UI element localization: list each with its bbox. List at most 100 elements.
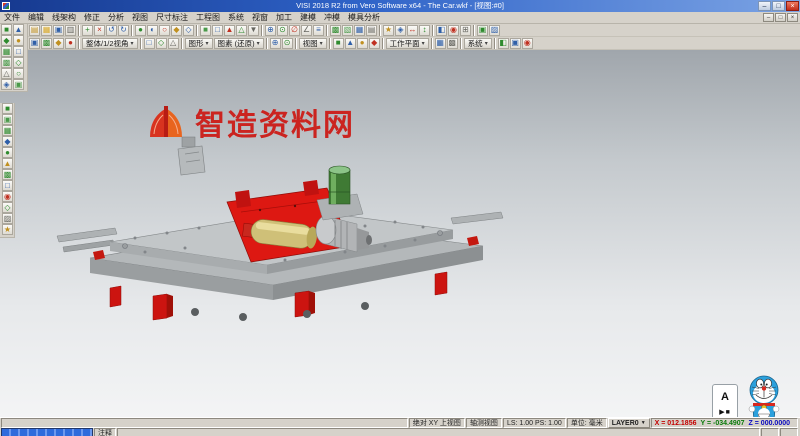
menu-item[interactable]: 尺寸标注 bbox=[152, 13, 192, 22]
cad-model[interactable] bbox=[55, 130, 505, 350]
toolbar-icon[interactable]: ◉ bbox=[2, 191, 13, 202]
toolbar-icon[interactable]: ▩ bbox=[41, 38, 52, 49]
toolbar-group-button[interactable]: 工作平面▾ bbox=[386, 38, 429, 49]
toolbar-icon[interactable]: ■ bbox=[2, 103, 13, 114]
toolbar-icon[interactable]: ▨ bbox=[2, 213, 13, 224]
mdi-close-button[interactable]: × bbox=[787, 13, 798, 22]
toolbar-icon[interactable]: ⊙ bbox=[282, 38, 293, 49]
toolbar-icon[interactable]: ● bbox=[65, 38, 76, 49]
menu-item[interactable]: 修正 bbox=[80, 13, 104, 22]
menu-item[interactable]: 文件 bbox=[0, 13, 24, 22]
menu-item[interactable]: 工程图 bbox=[192, 13, 224, 22]
toolbar-icon[interactable]: ◉ bbox=[448, 25, 459, 36]
toolbar-icon[interactable]: ▥ bbox=[65, 25, 76, 36]
toolbar-icon[interactable]: ■ bbox=[200, 25, 211, 36]
toolbar-icon[interactable]: ▧ bbox=[342, 25, 353, 36]
toolbar-icon[interactable]: ■ bbox=[333, 38, 344, 49]
toolbar-group-button[interactable]: 视图▾ bbox=[299, 38, 327, 49]
toolbar-icon[interactable]: ▣ bbox=[477, 25, 488, 36]
toolbar-icon[interactable]: ▦ bbox=[1, 46, 12, 57]
menu-item[interactable]: 加工 bbox=[272, 13, 296, 22]
toolbar-icon[interactable]: ◉ bbox=[522, 38, 533, 49]
toolbar-icon[interactable]: ▲ bbox=[2, 158, 13, 169]
toolbar-icon[interactable]: ◆ bbox=[1, 35, 12, 46]
status-view-name[interactable]: 轴测视图 bbox=[466, 418, 502, 428]
mdi-restore-button[interactable]: □ bbox=[775, 13, 786, 22]
toolbar-icon[interactable]: ▨ bbox=[489, 25, 500, 36]
toolbar-icon[interactable]: ▣ bbox=[53, 25, 64, 36]
toolbar-icon[interactable]: ▲ bbox=[224, 25, 235, 36]
toolbar-icon[interactable]: ◆ bbox=[369, 38, 380, 49]
toolbar-icon[interactable]: ● bbox=[135, 25, 146, 36]
toolbar-icon[interactable]: ▣ bbox=[29, 38, 40, 49]
menu-item[interactable]: 线架构 bbox=[48, 13, 80, 22]
mdi-minimize-button[interactable]: – bbox=[763, 13, 774, 22]
layer-selector[interactable]: LAYER0 ▼ bbox=[608, 418, 650, 428]
toolbar-icon[interactable]: ▤ bbox=[366, 25, 377, 36]
toolbar-icon[interactable]: ▩ bbox=[330, 25, 341, 36]
toolbar-icon[interactable]: □ bbox=[13, 46, 24, 57]
toolbar-group-button[interactable]: 图素 (还原)▾ bbox=[214, 38, 264, 49]
toolbar-icon[interactable]: ○ bbox=[13, 68, 24, 79]
toolbar-icon[interactable]: ▼ bbox=[248, 25, 259, 36]
toolbar-group-button[interactable]: 系统▾ bbox=[464, 38, 492, 49]
menu-item[interactable]: 系统 bbox=[224, 13, 248, 22]
toolbar-icon[interactable]: ★ bbox=[2, 224, 13, 235]
toolbar-icon[interactable]: ◈ bbox=[1, 79, 12, 90]
toolbar-icon[interactable]: ⊕ bbox=[265, 25, 276, 36]
toolbar-icon[interactable]: ∠ bbox=[301, 25, 312, 36]
toolbar-icon[interactable]: ▦ bbox=[2, 125, 13, 136]
toolbar-icon[interactable]: ▣ bbox=[13, 79, 24, 90]
toolbar-icon[interactable]: ▦ bbox=[354, 25, 365, 36]
toolbar-icon[interactable]: ◆ bbox=[2, 136, 13, 147]
toolbar-icon[interactable]: ◇ bbox=[2, 202, 13, 213]
toolbar-icon[interactable]: ○ bbox=[159, 25, 170, 36]
toolbar-icon[interactable]: △ bbox=[1, 68, 12, 79]
toolbar-icon[interactable]: ▲ bbox=[345, 38, 356, 49]
toolbar-icon[interactable]: × bbox=[94, 25, 105, 36]
toolbar-icon[interactable]: ⊕ bbox=[270, 38, 281, 49]
toolbar-icon[interactable]: ◧ bbox=[498, 38, 509, 49]
toolbar-icon[interactable]: ◈ bbox=[395, 25, 406, 36]
menu-item[interactable]: 视窗 bbox=[248, 13, 272, 22]
toolbar-icon[interactable]: △ bbox=[168, 38, 179, 49]
toolbar-icon[interactable]: ▩ bbox=[1, 57, 12, 68]
toolbar-icon[interactable]: ▣ bbox=[2, 114, 13, 125]
toolbar-icon[interactable]: ◧ bbox=[436, 25, 447, 36]
menu-item[interactable]: 视图 bbox=[128, 13, 152, 22]
toolbar-icon[interactable]: ↕ bbox=[419, 25, 430, 36]
toolbar-icon[interactable]: ● bbox=[357, 38, 368, 49]
menu-item[interactable]: 模具分析 bbox=[344, 13, 384, 22]
toolbar-icon[interactable]: ⊙ bbox=[277, 25, 288, 36]
toolbar-icon[interactable]: ▦ bbox=[435, 38, 446, 49]
viewport-canvas[interactable]: 智造资料网 bbox=[0, 50, 800, 417]
menu-item[interactable]: 分析 bbox=[104, 13, 128, 22]
toolbar-icon[interactable]: ▤ bbox=[29, 25, 40, 36]
toolbar-icon[interactable]: ▣ bbox=[510, 38, 521, 49]
toolbar-icon[interactable]: ★ bbox=[383, 25, 394, 36]
toolbar-icon[interactable]: ● bbox=[13, 35, 24, 46]
toolbar-icon[interactable]: △ bbox=[236, 25, 247, 36]
toolbar-icon[interactable]: ▩ bbox=[2, 169, 13, 180]
menu-item[interactable]: 冲模 bbox=[320, 13, 344, 22]
toolbar-icon[interactable]: □ bbox=[212, 25, 223, 36]
toolbar-icon[interactable]: ▦ bbox=[41, 25, 52, 36]
status-workplane[interactable]: 绝对 XY 上视图 bbox=[409, 418, 465, 428]
toolbar-icon[interactable]: ↺ bbox=[106, 25, 117, 36]
toolbar-icon[interactable]: ↔ bbox=[407, 25, 418, 36]
toolbar-icon[interactable]: □ bbox=[2, 180, 13, 191]
toolbar-icon[interactable]: ◐ bbox=[147, 25, 158, 36]
toolbar-icon[interactable]: ≡ bbox=[313, 25, 324, 36]
close-button[interactable]: × bbox=[786, 1, 799, 11]
toolbar-icon[interactable]: ◆ bbox=[171, 25, 182, 36]
toolbar-icon[interactable]: ∅ bbox=[289, 25, 300, 36]
toolbar-icon[interactable]: ■ bbox=[1, 24, 12, 35]
toolbar-icon[interactable]: ◇ bbox=[183, 25, 194, 36]
toolbar-group-button[interactable]: 图形▾ bbox=[185, 38, 213, 49]
menu-item[interactable]: 建模 bbox=[296, 13, 320, 22]
toolbar-group-button[interactable]: 整体/1/2视角▾ bbox=[82, 38, 138, 49]
toolbar-icon[interactable]: ◇ bbox=[156, 38, 167, 49]
toolbar-icon[interactable]: ▩ bbox=[447, 38, 458, 49]
toolbar-icon[interactable]: ⊞ bbox=[460, 25, 471, 36]
toolbar-icon[interactable]: ↻ bbox=[118, 25, 129, 36]
